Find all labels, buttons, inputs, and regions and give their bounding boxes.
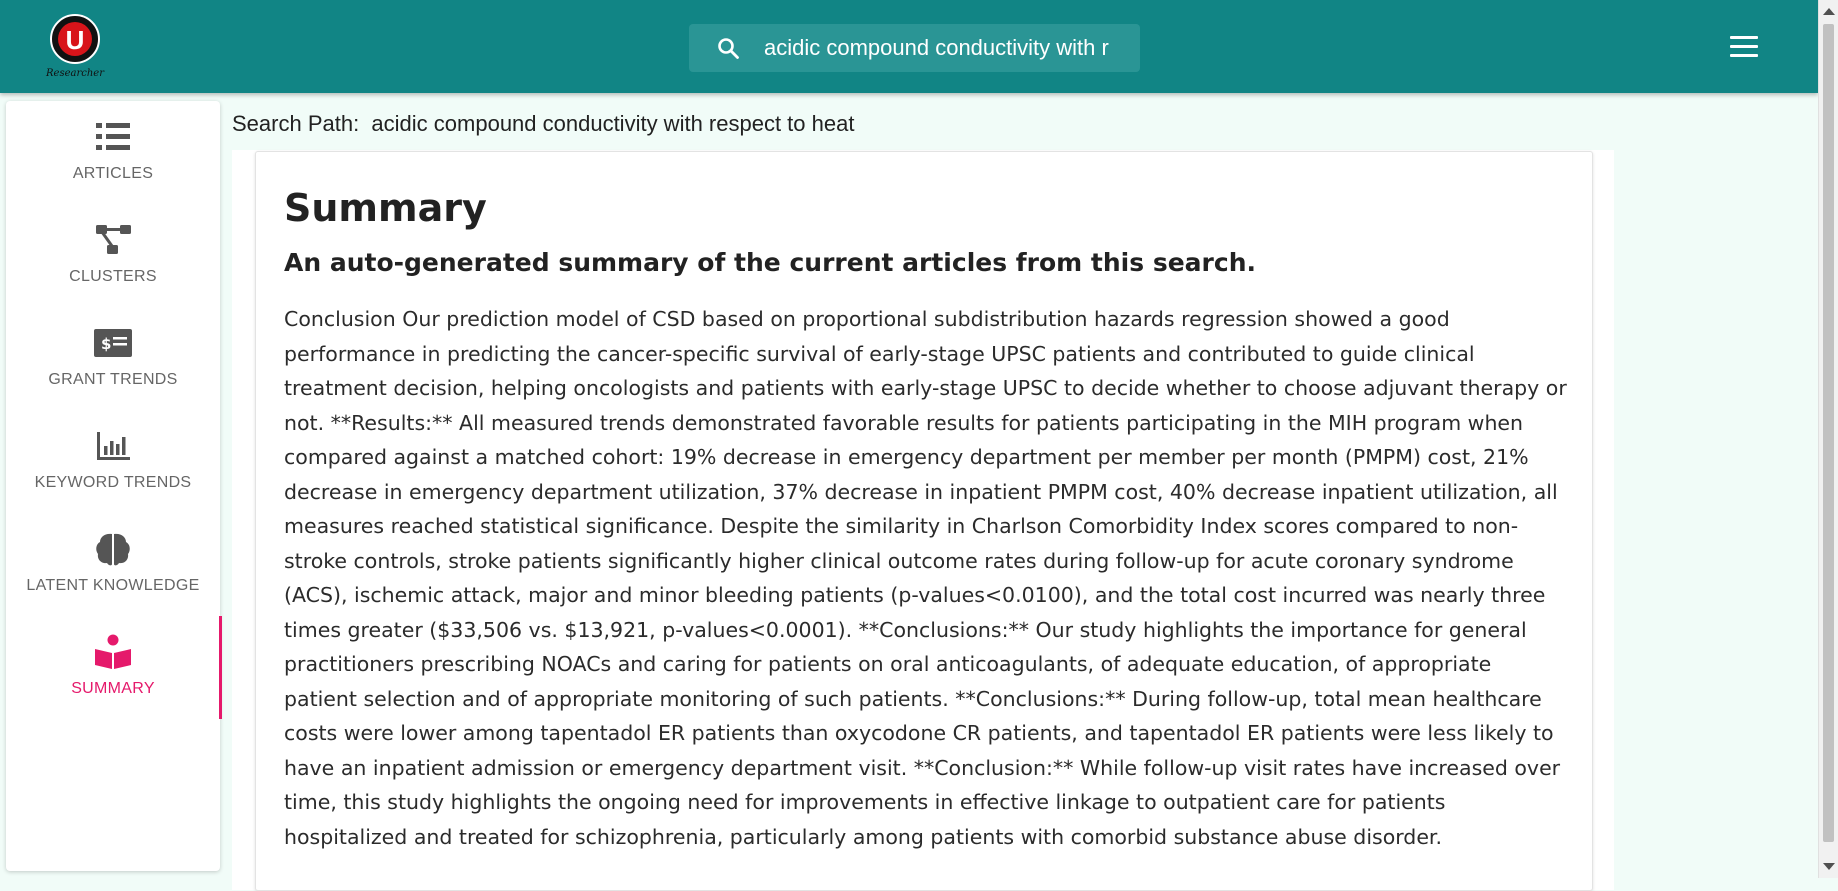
money-icon: $: [94, 329, 132, 357]
list-icon: [96, 123, 130, 150]
search-path-value: acidic compound conductivity with respec…: [371, 111, 855, 136]
sidebar-item-keyword-trends[interactable]: KEYWORD TRENDS: [6, 410, 220, 513]
sidebar-item-label: LATENT KNOWLEDGE: [26, 577, 200, 594]
top-app-bar: U Researcher: [0, 0, 1818, 93]
sidebar-nav: ARTICLES CLUSTERS $ GRANT TRENDS KEYWORD…: [6, 101, 222, 871]
search-bar: [689, 24, 1140, 72]
sidebar-item-label: CLUSTERS: [69, 268, 157, 285]
sidebar-item-label: KEYWORD TRENDS: [34, 474, 192, 491]
search-path-label: Search Path:: [232, 111, 360, 136]
logo-badge: U: [50, 14, 100, 64]
logo-letter: U: [65, 25, 85, 55]
search-input[interactable]: [764, 35, 1130, 61]
sidebar-item-label: SUMMARY: [71, 680, 155, 697]
sidebar-item-label: ARTICLES: [72, 165, 154, 182]
svg-text:$: $: [101, 335, 111, 353]
search-icon[interactable]: [716, 36, 740, 60]
vertical-scrollbar[interactable]: [1818, 0, 1838, 878]
cluster-icon: [96, 225, 131, 254]
summary-text: Conclusion Our prediction model of CSD b…: [284, 307, 1567, 849]
logo-caption: Researcher: [46, 68, 104, 79]
page-subtitle: An auto-generated summary of the current…: [284, 248, 1256, 277]
sidebar-item-label: GRANT TRENDS: [48, 371, 178, 388]
bar-chart-icon: [97, 432, 130, 460]
scroll-thumb[interactable]: [1823, 24, 1834, 842]
summary-card: Summary An auto-generated summary of the…: [255, 151, 1593, 891]
search-path: Search Path: acidic compound conductivit…: [232, 111, 854, 137]
scroll-up-arrow-icon[interactable]: [1823, 8, 1835, 15]
sidebar-item-articles[interactable]: ARTICLES: [6, 101, 220, 204]
hamburger-menu-icon[interactable]: [1730, 36, 1758, 58]
app-logo[interactable]: U Researcher: [44, 10, 116, 82]
brain-icon: [96, 533, 130, 566]
sidebar-item-clusters[interactable]: CLUSTERS: [6, 204, 220, 307]
sidebar-item-latent-knowledge[interactable]: LATENT KNOWLEDGE: [6, 513, 220, 616]
book-reader-icon: [95, 634, 131, 669]
scroll-down-arrow-icon[interactable]: [1823, 863, 1835, 870]
sidebar-item-grant-trends[interactable]: $ GRANT TRENDS: [6, 307, 220, 410]
sidebar-item-summary[interactable]: SUMMARY: [6, 616, 222, 719]
page-title: Summary: [284, 186, 487, 230]
